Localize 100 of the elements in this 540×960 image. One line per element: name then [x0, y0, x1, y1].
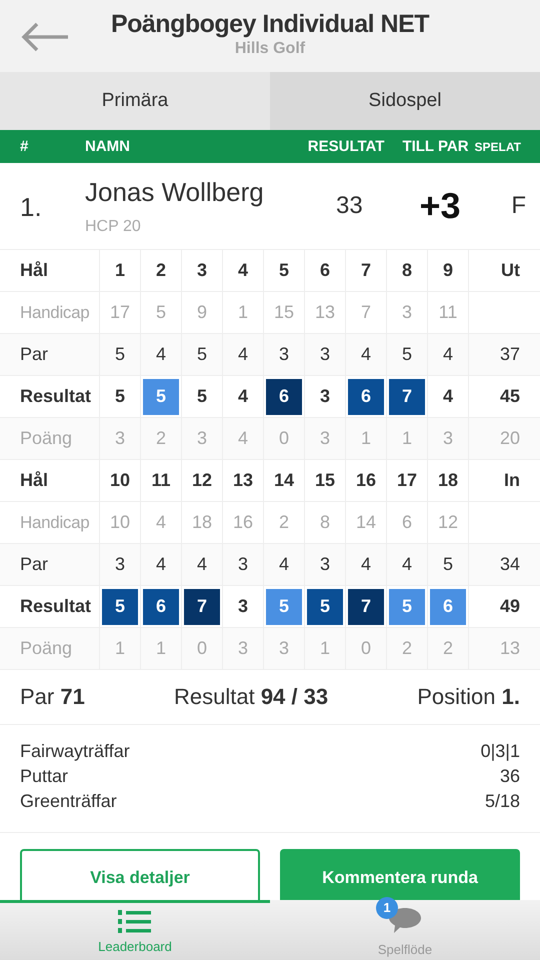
score-cell-text: 11 — [438, 301, 458, 324]
score-cell-text: 3 — [318, 343, 331, 366]
score-cell-text: 2 — [442, 637, 454, 660]
stat-value: 0|3|1 — [480, 740, 520, 763]
score-cell-text: 4 — [154, 511, 167, 534]
score-cell-text: 3 — [400, 301, 413, 324]
score-cell-text: 4 — [236, 259, 249, 282]
tab[interactable]: Primära — [0, 72, 270, 130]
score-cell: 5 — [266, 588, 302, 625]
nav-tab[interactable]: Leaderboard — [0, 900, 270, 960]
score-cell-text: 4 — [278, 553, 290, 576]
total-cell: 37 — [500, 344, 520, 366]
total-cell: 20 — [500, 428, 520, 450]
score-cell-text: 10 — [108, 511, 132, 534]
score-cell-text: 17 — [108, 301, 132, 324]
score-cell-text: 16 — [232, 511, 254, 534]
score-cell: 6 — [430, 588, 466, 625]
nav-label: Spelflöde — [378, 942, 432, 957]
score-cell-text: 5 — [278, 259, 290, 282]
stat-label: Puttar — [20, 764, 68, 788]
score-cell-text: 0 — [196, 637, 208, 660]
score-cell-text: 3 — [114, 427, 126, 450]
score-cell-text: 0 — [278, 427, 290, 450]
column-header: # — [20, 138, 30, 156]
column-header: RESULTAT — [308, 138, 384, 156]
score-cell-text: 2 — [400, 637, 413, 660]
score-cell-text: 11 — [150, 469, 172, 492]
comment-button[interactable]: Kommentera runda — [280, 848, 520, 900]
score-cell-text: 13 — [232, 469, 254, 492]
stat-label: Greenträffar — [20, 790, 117, 813]
score-cell: 6 — [348, 378, 384, 415]
score-cell-text: 7 — [360, 301, 372, 324]
score-cell-text: 4 — [360, 553, 372, 576]
column-header: NAMN — [85, 138, 131, 156]
row-label: Handicap — [0, 292, 100, 334]
row-label: Hål — [0, 460, 100, 502]
score-cell-text: 8 — [400, 259, 413, 282]
score-cell-text: 4 — [154, 343, 167, 366]
details-button[interactable]: Visa detaljer — [20, 848, 260, 900]
score-cell-text: 4 — [360, 343, 372, 366]
row-label: Poäng — [0, 628, 100, 670]
total-cell: 45 — [500, 386, 520, 408]
column-header: TILL PAR — [402, 138, 469, 156]
score-cell-text: 3 — [236, 553, 249, 576]
total-cell: 34 — [500, 554, 520, 576]
score-cell-text: 4 — [236, 385, 249, 408]
score-cell-text: 9 — [196, 301, 208, 324]
score-cell-text: 10 — [108, 469, 132, 492]
score-cell-text: 4 — [236, 427, 249, 450]
score-cell-text: 16 — [354, 469, 378, 492]
score-cell: 6 — [143, 588, 179, 625]
score-cell-text: 3 — [442, 427, 454, 450]
nav-tab[interactable]: 1 Spelflöde — [270, 900, 540, 960]
score-cell-text: 1 — [318, 637, 331, 660]
row-label: Handicap — [0, 502, 100, 544]
player-position: 1. — [19, 192, 43, 223]
score-cell-text: 4 — [400, 553, 413, 576]
score-cell: 6 — [266, 378, 302, 415]
score-cell-text: 1 — [400, 427, 413, 450]
total-cell: 49 — [500, 596, 520, 618]
summary-item: Resultat 94 / 33 — [174, 684, 328, 710]
score-cell-text: 18 — [436, 469, 460, 492]
tab[interactable]: Sidospel — [270, 72, 540, 130]
score-cell-text: 12 — [190, 469, 214, 492]
score-cell-text: 3 — [236, 595, 249, 618]
score-cell-text: 5 — [196, 385, 208, 408]
summary-item: Position 1. — [417, 684, 520, 710]
score-cell-text: 1 — [114, 637, 126, 660]
stat-label: Fairwayträffar — [20, 740, 130, 763]
score-cell-text: 2 — [278, 511, 290, 534]
page-title: Poängbogey Individual NET — [110, 10, 430, 39]
summary-item: Par 71 — [20, 684, 85, 710]
page-subtitle: Hills Golf — [234, 40, 306, 58]
score-cell-text: 13 — [314, 301, 336, 324]
score-cell-text: 1 — [154, 637, 167, 660]
score-cell-text: 5 — [400, 343, 413, 366]
player-handicap: HCP 20 — [85, 218, 142, 236]
score-cell-text: 4 — [196, 553, 208, 576]
score-cell-text: 3 — [236, 637, 249, 660]
score-cell-text: 15 — [272, 301, 296, 324]
score-cell-text: 5 — [442, 553, 454, 576]
score-cell-text: 3 — [196, 427, 208, 450]
player-to-par: +3 — [418, 185, 462, 228]
back-arrow-icon[interactable] — [20, 22, 70, 52]
score-cell-text: 4 — [442, 343, 454, 366]
score-cell: 7 — [184, 588, 220, 625]
score-cell-text: 8 — [318, 511, 331, 534]
column-header: SPELAT — [474, 140, 521, 154]
row-label: Resultat — [0, 376, 100, 418]
score-cell-text: 9 — [442, 259, 454, 282]
score-cell: 7 — [389, 378, 425, 415]
player-result: 33 — [336, 192, 364, 220]
player-played: F — [510, 192, 526, 220]
total-cell: Ut — [501, 260, 520, 282]
score-cell-text: 5 — [196, 343, 208, 366]
score-cell-text: 1 — [360, 427, 372, 450]
score-cell-text: 6 — [400, 511, 413, 534]
score-cell-text: 3 — [114, 553, 126, 576]
score-cell-text: 3 — [318, 553, 331, 576]
score-cell-text: 4 — [236, 343, 249, 366]
